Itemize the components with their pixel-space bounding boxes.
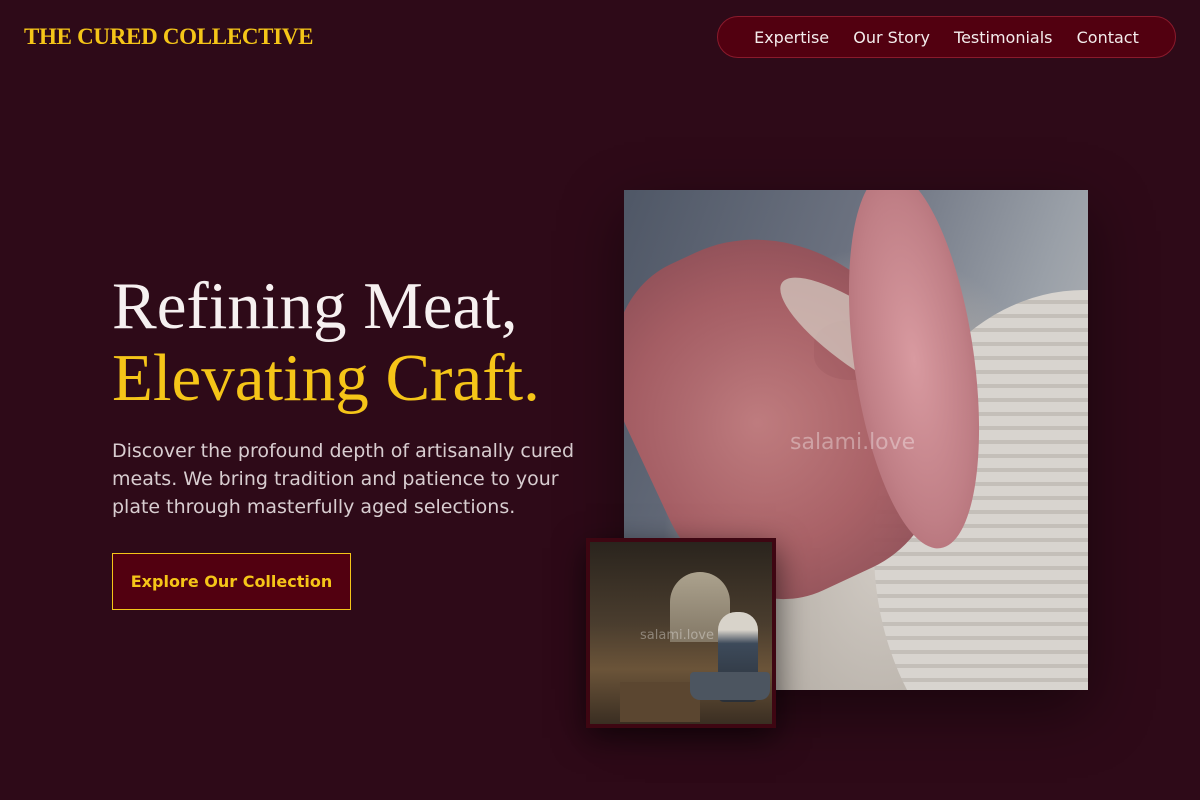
brand-logo[interactable]: THE CURED COLLECTIVE — [24, 24, 314, 50]
nav-item-our-story[interactable]: Our Story — [853, 28, 930, 47]
hero-subtitle: Discover the profound depth of artisanal… — [112, 440, 575, 518]
site-header: THE CURED COLLECTIVE Expertise Our Story… — [0, 0, 1200, 76]
nav-item-contact[interactable]: Contact — [1077, 28, 1139, 47]
main-nav: Expertise Our Story Testimonials Contact — [717, 16, 1176, 58]
anvil-shape — [690, 672, 770, 700]
explore-collection-button[interactable]: Explore Our Collection — [112, 553, 351, 610]
nav-item-testimonials[interactable]: Testimonials — [954, 28, 1053, 47]
inset-image-watermark: salami.love — [640, 628, 714, 643]
nav-item-expertise[interactable]: Expertise — [754, 28, 829, 47]
image-watermark: salami.love — [790, 430, 916, 455]
inset-image-craftsman: salami.love — [586, 538, 776, 728]
hero-title: Refining Meat, Elevating Craft. — [112, 270, 540, 414]
hero-title-line1: Refining Meat, — [112, 269, 518, 343]
workbench-shape — [620, 682, 700, 722]
hero-title-line2: Elevating Craft. — [112, 341, 540, 415]
